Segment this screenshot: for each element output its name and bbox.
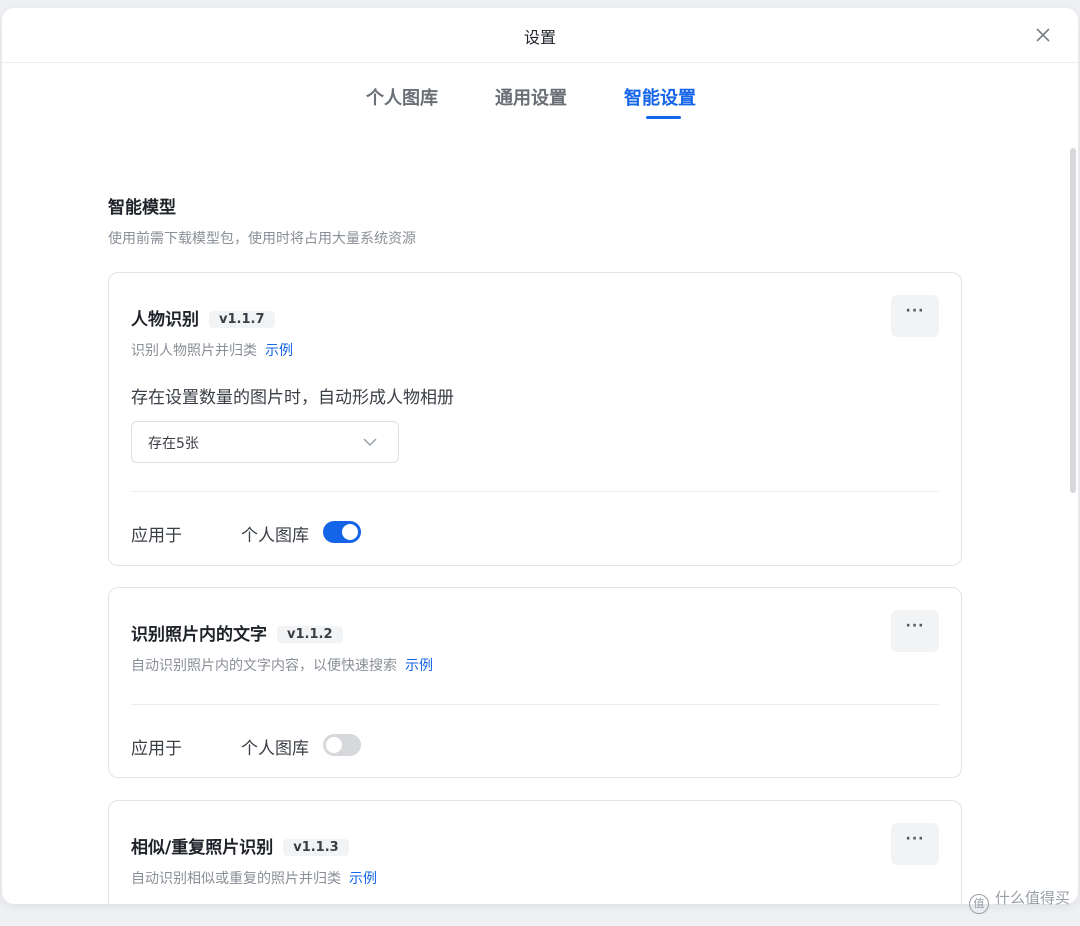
- settings-dialog: 设置 个人图库 通用设置 智能设置 智能模型 使用前需下载模型包，使用时将占用大…: [2, 8, 1078, 904]
- version-badge: v1.1.3: [283, 839, 349, 856]
- apply-label: 应用于: [131, 739, 182, 759]
- apply-target: 个人图库: [241, 739, 309, 759]
- card-title: 人物识别: [131, 310, 199, 330]
- active-tab-indicator: [646, 116, 681, 119]
- card-divider: [131, 704, 939, 705]
- version-badge: v1.1.7: [209, 311, 275, 328]
- more-options-button[interactable]: ···: [891, 610, 939, 652]
- watermark-text: 什么值得买: [994, 889, 1070, 907]
- more-horizontal-icon: ···: [905, 618, 925, 634]
- apply-label: 应用于: [131, 526, 182, 546]
- tab-smart-settings[interactable]: 智能设置: [624, 84, 696, 110]
- watermark-logo-icon: 值: [968, 894, 989, 914]
- example-link[interactable]: 示例: [405, 658, 433, 674]
- tab-general-settings[interactable]: 通用设置: [495, 84, 567, 110]
- card-description-wrap: 自动识别相似或重复的照片并归类 示例: [131, 868, 377, 888]
- card-description-wrap: 自动识别照片内的文字内容，以便快速搜索 示例: [131, 655, 433, 675]
- section-title: 智能模型: [108, 198, 176, 218]
- close-icon[interactable]: [1032, 24, 1054, 46]
- scrollbar[interactable]: [1070, 148, 1076, 493]
- card-description-wrap: 识别人物照片并归类 示例: [131, 340, 293, 360]
- personal-library-toggle[interactable]: [323, 734, 361, 756]
- card-title-wrap: 相似/重复照片识别 v1.1.3: [131, 833, 349, 858]
- card-title: 相似/重复照片识别: [131, 838, 274, 858]
- toggle-knob: [342, 524, 358, 540]
- more-options-button[interactable]: ···: [891, 295, 939, 337]
- select-value: 存在5张: [148, 436, 199, 452]
- example-link[interactable]: 示例: [265, 343, 293, 359]
- chevron-down-icon: [363, 438, 377, 447]
- example-link[interactable]: 示例: [349, 871, 377, 887]
- tab-bar: 个人图库 通用设置 智能设置: [2, 84, 1078, 132]
- card-description: 识别人物照片并归类: [131, 343, 257, 359]
- personal-library-toggle[interactable]: [323, 521, 361, 543]
- album-rule-text: 存在设置数量的图片时，自动形成人物相册: [131, 388, 454, 408]
- toggle-knob: [326, 737, 342, 753]
- card-description: 自动识别相似或重复的照片并归类: [131, 871, 341, 887]
- model-card-person-recognition: 人物识别 v1.1.7 识别人物照片并归类 示例 ··· 存在设置数量的图片时，自动…: [108, 272, 962, 566]
- card-description: 自动识别照片内的文字内容，以便快速搜索: [131, 658, 397, 674]
- card-title-wrap: 人物识别 v1.1.7: [131, 305, 275, 330]
- card-title: 识别照片内的文字: [131, 625, 267, 645]
- more-options-button[interactable]: ···: [891, 823, 939, 865]
- apply-target: 个人图库: [241, 526, 309, 546]
- card-divider: [131, 491, 939, 492]
- version-badge: v1.1.2: [277, 626, 343, 643]
- dialog-title: 设置: [523, 28, 556, 47]
- more-horizontal-icon: ···: [905, 303, 925, 319]
- model-card-similar-photos: 相似/重复照片识别 v1.1.3 自动识别相似或重复的照片并归类 示例 ···: [108, 800, 962, 904]
- tab-personal-library[interactable]: 个人图库: [366, 84, 438, 110]
- section-description: 使用前需下载模型包，使用时将占用大量系统资源: [108, 231, 416, 247]
- model-card-text-recognition: 识别照片内的文字 v1.1.2 自动识别照片内的文字内容，以便快速搜索 示例 ···…: [108, 587, 962, 778]
- dialog-titlebar: 设置: [2, 8, 1078, 63]
- more-horizontal-icon: ···: [905, 831, 925, 847]
- photo-count-select[interactable]: 存在5张: [131, 421, 399, 463]
- card-title-wrap: 识别照片内的文字 v1.1.2: [131, 620, 343, 645]
- watermark: 值什么值得买: [968, 887, 1070, 914]
